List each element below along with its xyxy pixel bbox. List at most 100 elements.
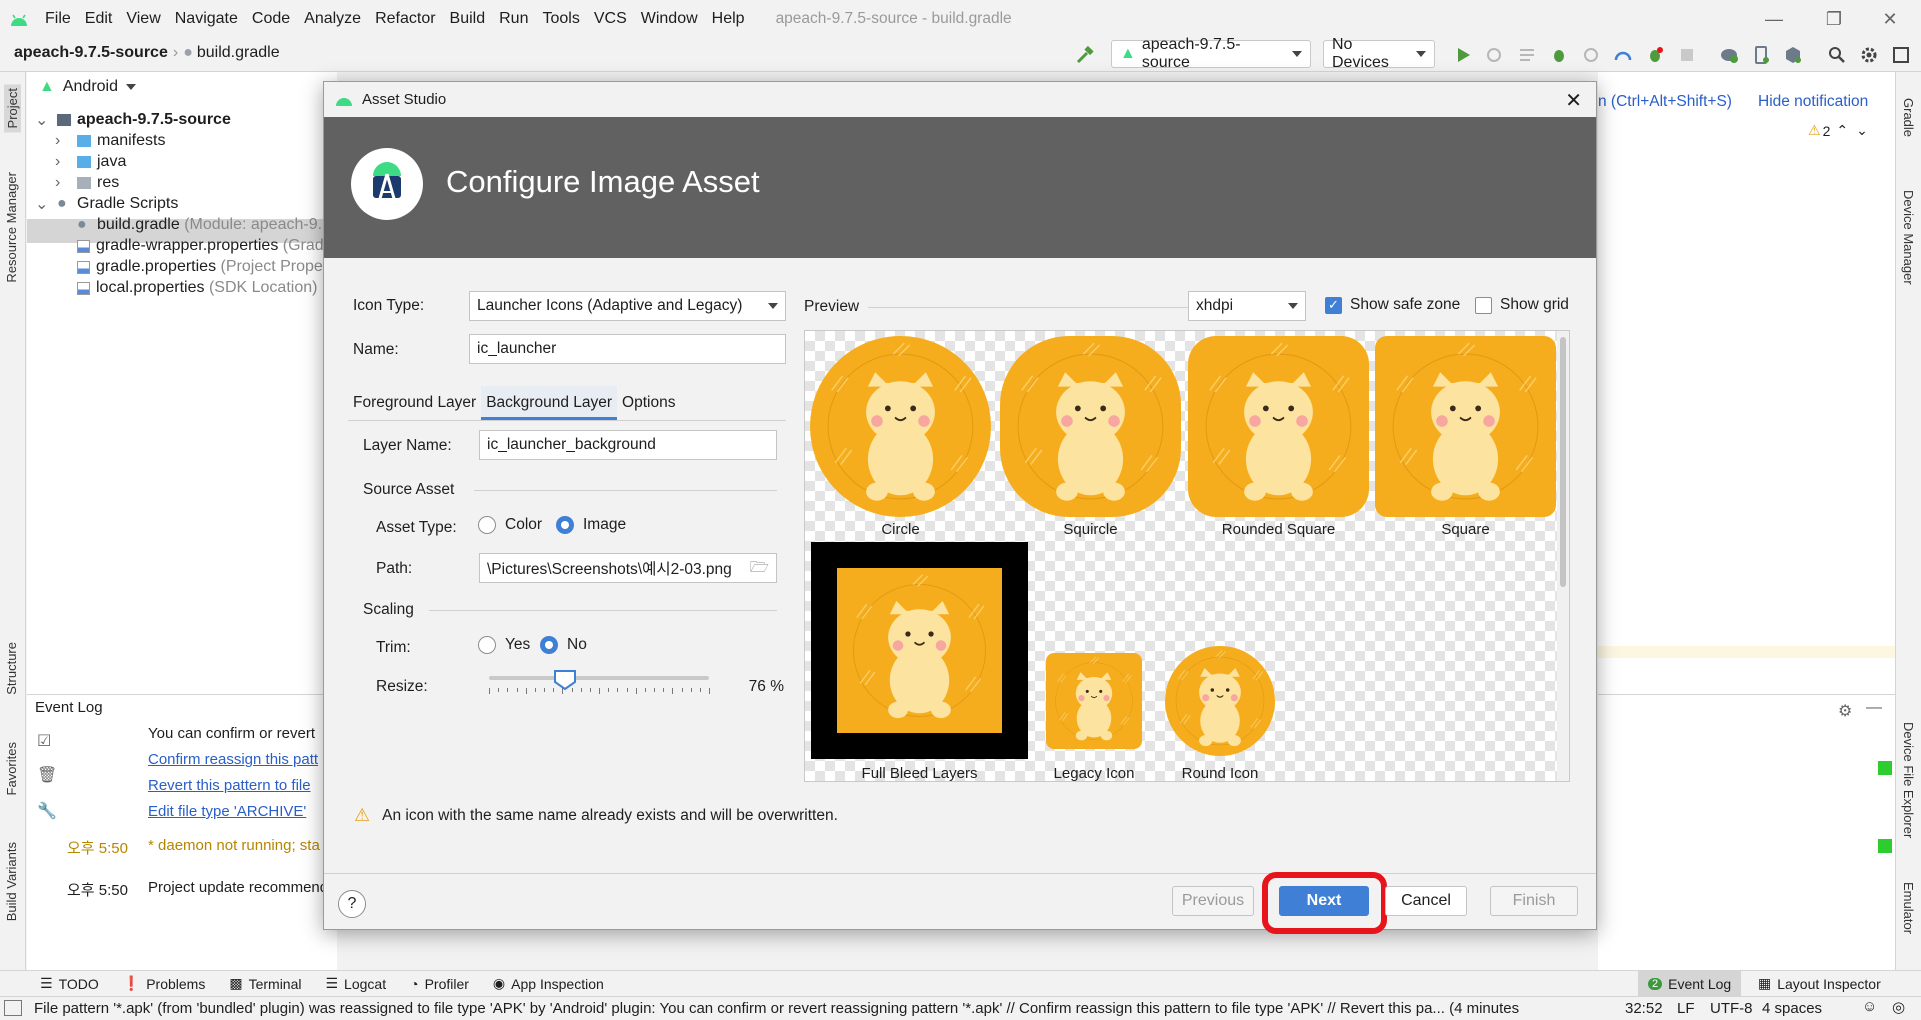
apply-code-changes-icon[interactable] <box>1516 44 1538 66</box>
path-input[interactable]: \Pictures\Screenshots\예시2-03.png 🗁 <box>479 553 777 583</box>
terminal-tool-tab[interactable]: ▩ Terminal <box>229 975 301 992</box>
scrollbar-thumb[interactable] <box>1560 337 1566 587</box>
menu-help[interactable]: Help <box>705 10 752 28</box>
collapse-arrow-icon[interactable]: › <box>55 153 71 171</box>
event-log-tool-tab[interactable]: 2 Event Log <box>1638 971 1742 996</box>
gradle-tool-tab[interactable]: Gradle <box>1901 98 1916 137</box>
device-select[interactable]: No Devices <box>1323 36 1435 71</box>
run-configuration-select[interactable]: ▲ apeach-9.7.5-source <box>1111 36 1311 71</box>
sdk-manager-icon[interactable] <box>1782 44 1804 66</box>
profile-icon[interactable] <box>1580 44 1602 66</box>
mark-read-icon[interactable]: ☑ <box>37 731 51 751</box>
tool-windows-toggle-icon[interactable] <box>4 1000 22 1016</box>
tab-foreground-layer[interactable]: Foreground Layer <box>348 394 481 412</box>
logcat-tool-tab[interactable]: ☰ Logcat <box>325 975 386 992</box>
tab-options[interactable]: Options <box>617 394 680 412</box>
menu-build[interactable]: Build <box>443 10 493 28</box>
device-file-explorer-tool-tab[interactable]: Device File Explorer <box>1901 722 1916 838</box>
menu-vcs[interactable]: VCS <box>587 10 634 28</box>
revert-pattern-link[interactable]: Revert this pattern to file <box>148 777 311 794</box>
breadcrumb-file[interactable]: build.gradle <box>197 44 280 62</box>
project-structure-link[interactable]: n (Ctrl+Alt+Shift+S) <box>1598 93 1732 111</box>
search-icon[interactable] <box>1826 44 1848 66</box>
problems-tool-tab[interactable]: ❗ Problems <box>123 975 206 992</box>
menu-code[interactable]: Code <box>245 10 297 28</box>
tree-item-local-properties[interactable]: local.properties (SDK Location) <box>77 276 317 300</box>
edit-file-type-link[interactable]: Edit file type 'ARCHIVE' <box>148 803 306 820</box>
preview-scrollbar[interactable] <box>1557 331 1569 781</box>
wrench-icon[interactable]: 🔧 <box>37 801 57 821</box>
menu-window[interactable]: Window <box>634 10 705 28</box>
expand-arrow-icon[interactable]: ⌄ <box>35 194 51 214</box>
project-tool-tab[interactable]: Project <box>4 84 21 133</box>
settings-gear-icon[interactable]: ⚙ <box>1838 701 1852 721</box>
indent-setting[interactable]: 4 spaces <box>1762 1000 1822 1017</box>
debug-icon[interactable] <box>1548 44 1570 66</box>
menu-run[interactable]: Run <box>492 10 535 28</box>
menu-view[interactable]: View <box>119 10 167 28</box>
trim-no-radio[interactable]: No <box>540 636 587 654</box>
stop-icon[interactable] <box>1676 44 1698 66</box>
next-highlight-icon[interactable]: ⌄ <box>1856 122 1868 139</box>
smiley-icon[interactable]: ☺ <box>1862 998 1877 1015</box>
confirm-reassign-link[interactable]: Confirm reassign this patt <box>148 751 318 768</box>
project-view-select[interactable]: ▲ Android <box>39 78 136 96</box>
apply-changes-icon[interactable] <box>1483 44 1505 66</box>
minimize-icon[interactable]: — <box>1746 0 1802 38</box>
cancel-button[interactable]: Cancel <box>1385 886 1467 916</box>
run-icon[interactable] <box>1452 44 1474 66</box>
profiler-tool-tab[interactable]: ◔ Profiler <box>410 976 469 992</box>
density-select[interactable]: xhdpi <box>1188 291 1306 321</box>
menu-navigate[interactable]: Navigate <box>168 10 245 28</box>
show-grid-checkbox[interactable]: Show grid <box>1475 296 1569 314</box>
emulator-tool-tab[interactable]: Emulator <box>1901 882 1916 934</box>
close-window-icon[interactable]: ✕ <box>1862 0 1918 38</box>
make-project-hammer-icon[interactable] <box>1074 44 1096 66</box>
asset-type-color-radio[interactable]: Color <box>478 516 542 534</box>
icon-type-select[interactable]: Launcher Icons (Adaptive and Legacy) <box>469 291 786 321</box>
todo-tool-tab[interactable]: ☰ TODO <box>40 975 99 992</box>
account-icon[interactable] <box>1890 44 1912 66</box>
collapse-arrow-icon[interactable]: › <box>55 174 71 192</box>
menu-edit[interactable]: Edit <box>78 10 120 28</box>
file-encoding[interactable]: UTF-8 <box>1710 1000 1753 1017</box>
name-input[interactable]: ic_launcher <box>469 334 786 364</box>
status-message[interactable]: File pattern '*.apk' (from 'bundled' plu… <box>34 1000 1616 1017</box>
previous-highlight-icon[interactable]: ⌃ <box>1836 122 1848 139</box>
attach-debugger-icon[interactable] <box>1612 44 1634 66</box>
layout-inspector-tool-tab[interactable]: ▦ Layout Inspector <box>1758 971 1881 996</box>
settings-gear-icon[interactable] <box>1858 44 1880 66</box>
trash-icon[interactable]: 🗑 <box>37 765 57 785</box>
finish-button[interactable]: Finish <box>1490 886 1578 916</box>
next-button[interactable]: Next <box>1279 886 1369 916</box>
device-manager-tool-tab[interactable]: Device Manager <box>1901 190 1916 285</box>
browse-folder-icon[interactable]: 🗁 <box>750 555 769 582</box>
memory-icon[interactable]: ◎ <box>1892 998 1905 1016</box>
avd-manager-icon[interactable] <box>1750 44 1772 66</box>
slider-thumb[interactable] <box>553 670 576 690</box>
caret-position[interactable]: 32:52 <box>1625 1000 1663 1017</box>
menu-tools[interactable]: Tools <box>535 10 586 28</box>
resource-manager-tool-tab[interactable]: Resource Manager <box>4 172 19 283</box>
tab-background-layer[interactable]: Background Layer <box>481 386 618 420</box>
sync-gradle-icon[interactable] <box>1718 44 1740 66</box>
hide-panel-icon[interactable]: — <box>1866 699 1882 717</box>
debug-attach-icon[interactable] <box>1644 44 1666 66</box>
menu-analyze[interactable]: Analyze <box>297 10 368 28</box>
line-separator[interactable]: LF <box>1677 1000 1695 1017</box>
collapse-arrow-icon[interactable]: › <box>55 132 71 150</box>
app-inspection-tool-tab[interactable]: ◉ App Inspection <box>493 975 604 992</box>
restore-icon[interactable]: ❐ <box>1806 0 1862 38</box>
show-safe-zone-checkbox[interactable]: ✓ Show safe zone <box>1325 296 1460 314</box>
menu-refactor[interactable]: Refactor <box>368 10 442 28</box>
build-variants-tool-tab[interactable]: Build Variants <box>4 842 19 921</box>
favorites-tool-tab[interactable]: Favorites <box>4 742 19 795</box>
structure-tool-tab[interactable]: Structure <box>4 642 19 695</box>
expand-arrow-icon[interactable]: ⌄ <box>35 110 51 130</box>
help-button[interactable]: ? <box>338 890 366 918</box>
layer-name-input[interactable]: ic_launcher_background <box>479 430 777 460</box>
hide-notification-link[interactable]: Hide notification <box>1758 93 1868 111</box>
previous-button[interactable]: Previous <box>1172 886 1254 916</box>
menu-file[interactable]: File <box>38 10 78 28</box>
inspection-widget[interactable]: ⚠ 2 ⌃ ⌄ <box>1808 122 1868 139</box>
